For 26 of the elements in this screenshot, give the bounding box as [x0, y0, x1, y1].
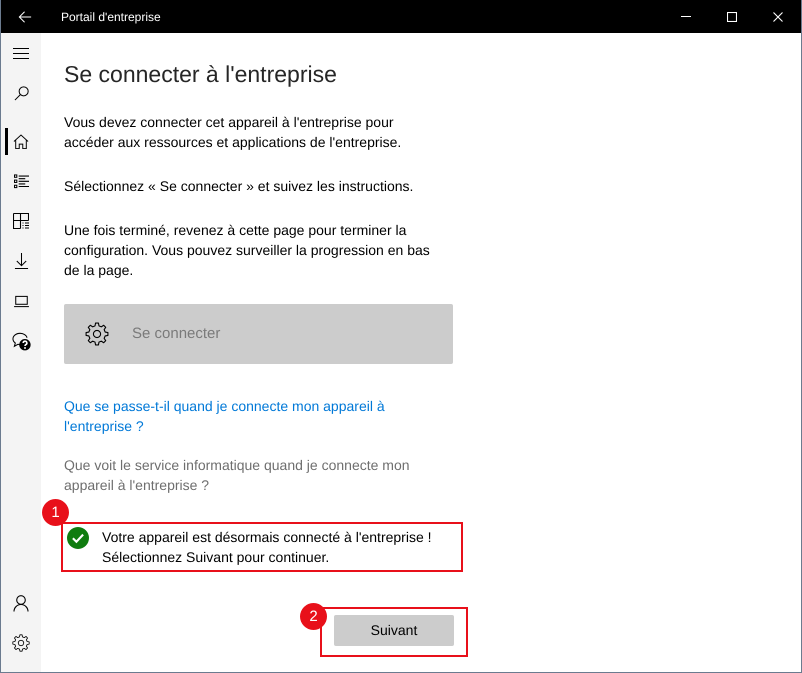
download-icon	[14, 253, 28, 269]
instruction-text: Sélectionnez « Se connecter » et suivez les instructions.	[64, 177, 414, 196]
list-icon	[14, 174, 28, 188]
gear-icon	[85, 322, 109, 346]
next-button[interactable]: Suivant	[334, 615, 454, 646]
step-number-badge: 2	[300, 603, 327, 630]
laptop-icon	[14, 294, 28, 308]
person-icon	[13, 594, 29, 612]
instruction-text: Vous devez connecter cet appareil à l'entreprise pour accéder aux ressources et applications de l'entreprise.	[64, 113, 402, 152]
menu-icon	[13, 46, 29, 60]
settings-icon	[12, 634, 30, 652]
step-number-badge: 1	[42, 499, 69, 526]
help-link[interactable]: Que se passe-t-il quand je connecte mon appareil à l'entreprise ?	[64, 396, 442, 436]
help-chat-icon	[12, 332, 30, 350]
home-icon	[13, 134, 29, 148]
status-message: Votre appareil est désormais connecté à l'entreprise ! Sélectionnez Suivant pour continuer.	[102, 528, 433, 567]
instruction-text: Une fois terminé, revenez à cette page pour terminer la configuration. Vous pouvez surveiller la progression en bas de la page.	[64, 221, 431, 280]
maximize-icon	[727, 12, 737, 22]
page-heading: Se connecter à l'entreprise	[64, 60, 337, 89]
minimize-icon	[681, 16, 691, 17]
search-icon	[14, 86, 28, 100]
back-arrow-icon	[18, 10, 32, 24]
success-check-icon	[67, 527, 89, 549]
window-title: Portail d'entreprise	[61, 8, 161, 26]
close-icon	[773, 12, 783, 22]
grid-icon	[13, 213, 29, 229]
